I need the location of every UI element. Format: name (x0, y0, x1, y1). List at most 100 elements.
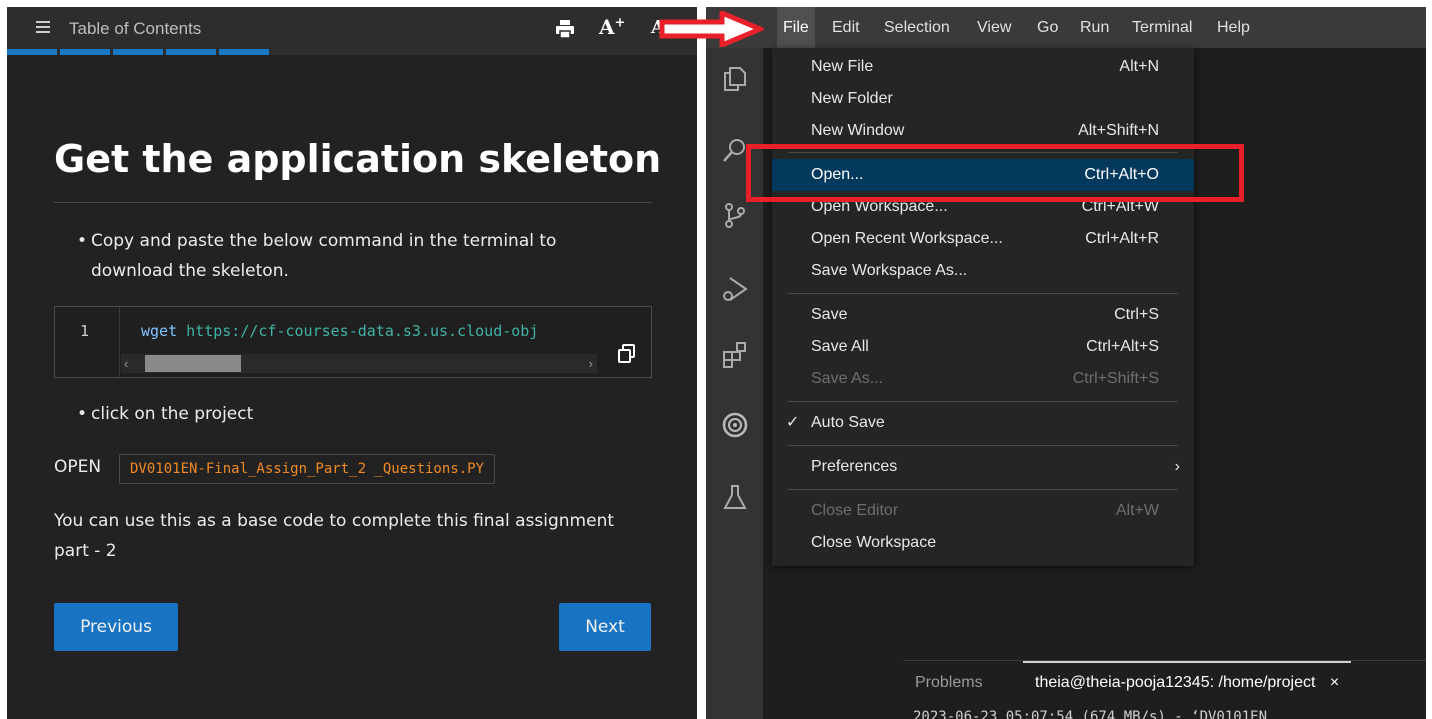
menu-item-label: Preferences (811, 458, 898, 475)
menu-item-shortcut: Ctrl+Alt+W (1081, 198, 1159, 215)
progress-segment (7, 49, 58, 55)
progress-segment (590, 49, 641, 55)
menu-separator (788, 401, 1178, 402)
bottom-panel: Problems theia@theia-pooja12345: /home/p… (903, 660, 1426, 719)
testing-flask-icon[interactable] (720, 482, 750, 512)
menu-run[interactable]: Run (1080, 7, 1109, 48)
menu-item-label: Auto Save (811, 414, 885, 431)
menu-edit[interactable]: Edit (832, 7, 860, 48)
toc-title[interactable]: Table of Contents (69, 19, 201, 39)
file-menu: New File Alt+N New Folder New Window Alt… (772, 48, 1194, 566)
line-number: 1 (80, 322, 90, 340)
menu-item-shortcut: Ctrl+Alt+S (1086, 338, 1159, 355)
font-increase-icon[interactable]: A+ (599, 15, 625, 39)
instruction-bullet: Copy and paste the below command in the … (77, 226, 631, 286)
code-block: 1 wget https://cf-courses-data.s3.us.clo… (54, 306, 652, 378)
font-decrease-icon[interactable]: A (651, 17, 665, 38)
close-icon[interactable]: × (1330, 674, 1339, 691)
source-control-icon[interactable] (720, 200, 750, 230)
menu-item-open-workspace[interactable]: Open Workspace... Ctrl+Alt+W (772, 191, 1194, 223)
menu-go[interactable]: Go (1037, 7, 1058, 48)
code-scrollbar[interactable]: ‹ › (121, 354, 597, 373)
menu-item-new-file[interactable]: New File Alt+N (772, 51, 1194, 83)
menu-item-label: Save Workspace As... (811, 262, 968, 279)
progress-segment (325, 49, 376, 55)
menu-item-label: Open... (811, 166, 864, 183)
menu-item-new-folder[interactable]: New Folder (772, 83, 1194, 115)
menu-terminal[interactable]: Terminal (1132, 7, 1192, 48)
scroll-right-icon[interactable]: › (589, 354, 593, 373)
menu-item-label: New File (811, 58, 874, 75)
menu-selection[interactable]: Selection (884, 7, 950, 48)
menu-separator (788, 489, 1178, 490)
search-icon[interactable] (720, 136, 750, 166)
activity-bar (706, 48, 763, 719)
copy-icon[interactable] (616, 342, 638, 364)
menu-item-label: Close Editor (811, 502, 899, 519)
print-icon[interactable] (555, 20, 575, 38)
menu-item-save-workspace-as[interactable]: Save Workspace As... (772, 255, 1194, 287)
menu-item-label: Close Workspace (811, 534, 937, 551)
menu-bar: File Edit Selection View Go Run Terminal… (706, 7, 1426, 48)
menu-item-open-recent-workspace[interactable]: Open Recent Workspace... Ctrl+Alt+R (772, 223, 1194, 255)
menu-item-label: Save (811, 306, 848, 323)
next-button[interactable]: Next (559, 603, 651, 651)
menu-separator (788, 293, 1178, 294)
menu-item-label: New Window (811, 122, 905, 139)
instruction-bullet: click on the project (77, 399, 253, 429)
page-title: Get the application skeleton (54, 137, 662, 181)
scroll-thumb[interactable] (145, 355, 241, 372)
progress-segment (378, 49, 429, 55)
progress-segment (113, 49, 164, 55)
menu-item-close-workspace[interactable]: Close Workspace (772, 527, 1194, 559)
menu-item-save-all[interactable]: Save All Ctrl+Alt+S (772, 331, 1194, 363)
previous-button[interactable]: Previous (54, 603, 178, 651)
menu-item-preferences[interactable]: Preferences › (772, 451, 1194, 483)
menu-item-close-editor: Close Editor Alt+W (772, 495, 1194, 527)
menu-help[interactable]: Help (1217, 7, 1250, 48)
progress-segment (272, 49, 323, 55)
menu-item-new-window[interactable]: New Window Alt+Shift+N (772, 115, 1194, 147)
run-debug-icon[interactable] (720, 274, 750, 304)
menu-item-shortcut: Ctrl+Alt+O (1084, 166, 1159, 183)
title-divider (54, 202, 652, 203)
progress-segment (537, 49, 588, 55)
menu-item-auto-save[interactable]: ✓ Auto Save (772, 407, 1194, 439)
menu-item-label: Save All (811, 338, 869, 355)
menu-item-label: Open Recent Workspace... (811, 230, 1003, 247)
menu-item-shortcut: Alt+Shift+N (1078, 122, 1159, 139)
progress-segment (484, 49, 535, 55)
progress-segment (431, 49, 482, 55)
progress-segment (643, 49, 695, 55)
menu-file[interactable]: File (777, 7, 815, 48)
menu-item-shortcut: Ctrl+Alt+R (1085, 230, 1159, 247)
instruction-paragraph: You can use this as a base code to compl… (54, 511, 615, 561)
menu-item-label: Open Workspace... (811, 198, 948, 215)
menu-item-save-as: Save As... Ctrl+Shift+S (772, 363, 1194, 395)
hamburger-menu-icon[interactable] (36, 21, 50, 33)
menu-item-label: New Folder (811, 90, 893, 107)
menu-item-open[interactable]: Open... Ctrl+Alt+O (772, 159, 1194, 191)
menu-item-label: Save As... (811, 370, 884, 387)
progress-segment (219, 49, 270, 55)
menu-view[interactable]: View (977, 7, 1011, 48)
menu-item-save[interactable]: Save Ctrl+S (772, 299, 1194, 331)
terminal-output: 2023-06-23 05:07:54 (674 MB/s) - ‘DV0101… (913, 709, 1268, 719)
menu-separator (788, 152, 1178, 153)
menu-item-shortcut: Alt+W (1115, 502, 1159, 519)
progress-bar (7, 49, 697, 55)
explorer-icon[interactable] (720, 64, 750, 94)
extensions-icon[interactable] (720, 340, 750, 370)
open-label: OPEN (54, 457, 102, 477)
progress-segment (60, 49, 111, 55)
scroll-left-icon[interactable]: ‹ (124, 354, 128, 373)
ide-window: File Edit Selection View Go Run Terminal… (706, 7, 1426, 719)
code-line[interactable]: wget https://cf-courses-data.s3.us.cloud… (141, 322, 591, 340)
panel-divider[interactable] (697, 0, 706, 719)
tab-problems[interactable]: Problems (915, 674, 983, 692)
open-file-link[interactable]: DV0101EN-Final_Assign_Part_2 _Questions.… (119, 454, 496, 484)
tab-terminal[interactable]: theia@theia-pooja12345: /home/project × (1023, 661, 1352, 703)
code-url: https://cf-courses-data.s3.us.cloud-obj (186, 322, 539, 340)
menu-item-shortcut: Ctrl+S (1114, 306, 1159, 323)
skills-network-icon[interactable] (720, 410, 750, 440)
